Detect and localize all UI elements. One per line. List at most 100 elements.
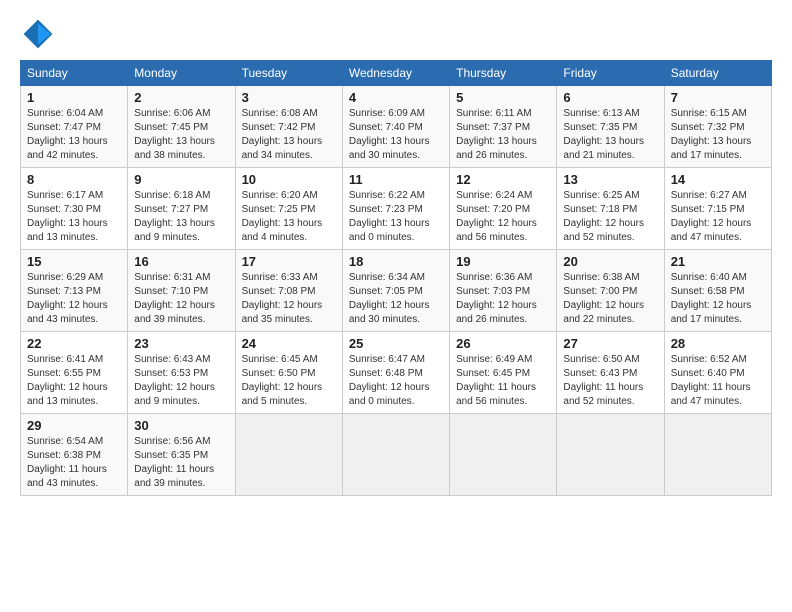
calendar-cell: 27 Sunrise: 6:50 AM Sunset: 6:43 PM Dayli… — [557, 332, 664, 414]
calendar-cell — [450, 414, 557, 496]
day-number: 13 — [563, 172, 657, 187]
day-number: 27 — [563, 336, 657, 351]
day-info: Sunrise: 6:38 AM Sunset: 7:00 PM Dayligh… — [563, 271, 657, 327]
day-info: Sunrise: 6:40 AM Sunset: 6:58 PM Dayligh… — [671, 271, 765, 327]
header — [20, 16, 772, 52]
calendar-week-4: 22 Sunrise: 6:41 AM Sunset: 6:55 PM Dayli… — [21, 332, 772, 414]
weekday-header-friday: Friday — [557, 61, 664, 86]
day-number: 28 — [671, 336, 765, 351]
day-number: 22 — [27, 336, 121, 351]
day-info: Sunrise: 6:20 AM Sunset: 7:25 PM Dayligh… — [242, 189, 336, 245]
calendar-cell: 29 Sunrise: 6:54 AM Sunset: 6:38 PM Dayli… — [21, 414, 128, 496]
calendar-cell: 23 Sunrise: 6:43 AM Sunset: 6:53 PM Dayli… — [128, 332, 235, 414]
calendar-cell: 8 Sunrise: 6:17 AM Sunset: 7:30 PM Daylig… — [21, 168, 128, 250]
day-info: Sunrise: 6:45 AM Sunset: 6:50 PM Dayligh… — [242, 353, 336, 409]
day-info: Sunrise: 6:52 AM Sunset: 6:40 PM Dayligh… — [671, 353, 765, 409]
calendar-cell: 20Sunrise: 6:38 AM Sunset: 7:00 PM Dayli… — [557, 250, 664, 332]
day-number: 19 — [456, 254, 550, 269]
logo-icon — [20, 16, 56, 52]
day-info: Sunrise: 6:54 AM Sunset: 6:38 PM Dayligh… — [27, 435, 121, 491]
calendar-cell: 2Sunrise: 6:06 AM Sunset: 7:45 PM Daylig… — [128, 86, 235, 168]
day-number: 25 — [349, 336, 443, 351]
day-info: Sunrise: 6:24 AM Sunset: 7:20 PM Dayligh… — [456, 189, 550, 245]
calendar-cell — [557, 414, 664, 496]
day-info: Sunrise: 6:08 AM Sunset: 7:42 PM Dayligh… — [242, 107, 336, 163]
weekday-header-thursday: Thursday — [450, 61, 557, 86]
day-info: Sunrise: 6:06 AM Sunset: 7:45 PM Dayligh… — [134, 107, 228, 163]
day-number: 29 — [27, 418, 121, 433]
calendar-cell: 5Sunrise: 6:11 AM Sunset: 7:37 PM Daylig… — [450, 86, 557, 168]
day-number: 14 — [671, 172, 765, 187]
calendar-table: SundayMondayTuesdayWednesdayThursdayFrid… — [20, 60, 772, 496]
calendar-cell: 22 Sunrise: 6:41 AM Sunset: 6:55 PM Dayli… — [21, 332, 128, 414]
calendar-cell: 1Sunrise: 6:04 AM Sunset: 7:47 PM Daylig… — [21, 86, 128, 168]
calendar-cell: 12 Sunrise: 6:24 AM Sunset: 7:20 PM Dayli… — [450, 168, 557, 250]
calendar-cell — [235, 414, 342, 496]
calendar-cell: 13 Sunrise: 6:25 AM Sunset: 7:18 PM Dayli… — [557, 168, 664, 250]
day-info: Sunrise: 6:31 AM Sunset: 7:10 PM Dayligh… — [134, 271, 228, 327]
calendar-cell: 6Sunrise: 6:13 AM Sunset: 7:35 PM Daylig… — [557, 86, 664, 168]
calendar-cell: 21 Sunrise: 6:40 AM Sunset: 6:58 PM Dayli… — [664, 250, 771, 332]
day-info: Sunrise: 6:34 AM Sunset: 7:05 PM Dayligh… — [349, 271, 443, 327]
day-info: Sunrise: 6:09 AM Sunset: 7:40 PM Dayligh… — [349, 107, 443, 163]
calendar-cell: 11 Sunrise: 6:22 AM Sunset: 7:23 PM Dayli… — [342, 168, 449, 250]
weekday-header-row: SundayMondayTuesdayWednesdayThursdayFrid… — [21, 61, 772, 86]
calendar-week-2: 8 Sunrise: 6:17 AM Sunset: 7:30 PM Daylig… — [21, 168, 772, 250]
day-number: 7 — [671, 90, 765, 105]
day-number: 6 — [563, 90, 657, 105]
day-number: 11 — [349, 172, 443, 187]
day-number: 8 — [27, 172, 121, 187]
day-info: Sunrise: 6:33 AM Sunset: 7:08 PM Dayligh… — [242, 271, 336, 327]
logo — [20, 16, 62, 52]
day-info: Sunrise: 6:25 AM Sunset: 7:18 PM Dayligh… — [563, 189, 657, 245]
calendar-week-1: 1Sunrise: 6:04 AM Sunset: 7:47 PM Daylig… — [21, 86, 772, 168]
weekday-header-monday: Monday — [128, 61, 235, 86]
calendar-cell: 25 Sunrise: 6:47 AM Sunset: 6:48 PM Dayli… — [342, 332, 449, 414]
day-info: Sunrise: 6:41 AM Sunset: 6:55 PM Dayligh… — [27, 353, 121, 409]
day-number: 21 — [671, 254, 765, 269]
calendar-cell — [664, 414, 771, 496]
day-info: Sunrise: 6:27 AM Sunset: 7:15 PM Dayligh… — [671, 189, 765, 245]
day-info: Sunrise: 6:56 AM Sunset: 6:35 PM Dayligh… — [134, 435, 228, 491]
calendar-cell: 26Sunrise: 6:49 AM Sunset: 6:45 PM Dayli… — [450, 332, 557, 414]
calendar-cell: 30 Sunrise: 6:56 AM Sunset: 6:35 PM Dayli… — [128, 414, 235, 496]
calendar-cell: 9Sunrise: 6:18 AM Sunset: 7:27 PM Daylig… — [128, 168, 235, 250]
day-number: 17 — [242, 254, 336, 269]
weekday-header-wednesday: Wednesday — [342, 61, 449, 86]
day-info: Sunrise: 6:43 AM Sunset: 6:53 PM Dayligh… — [134, 353, 228, 409]
main-container: SundayMondayTuesdayWednesdayThursdayFrid… — [0, 0, 792, 506]
day-info: Sunrise: 6:15 AM Sunset: 7:32 PM Dayligh… — [671, 107, 765, 163]
weekday-header-saturday: Saturday — [664, 61, 771, 86]
calendar-cell: 15 Sunrise: 6:29 AM Sunset: 7:13 PM Dayli… — [21, 250, 128, 332]
weekday-header-tuesday: Tuesday — [235, 61, 342, 86]
calendar-cell: 18 Sunrise: 6:34 AM Sunset: 7:05 PM Dayli… — [342, 250, 449, 332]
day-number: 15 — [27, 254, 121, 269]
calendar-cell: 4 Sunrise: 6:09 AM Sunset: 7:40 PM Daylig… — [342, 86, 449, 168]
day-number: 5 — [456, 90, 550, 105]
day-number: 1 — [27, 90, 121, 105]
calendar-cell — [342, 414, 449, 496]
day-number: 12 — [456, 172, 550, 187]
day-number: 3 — [242, 90, 336, 105]
day-info: Sunrise: 6:18 AM Sunset: 7:27 PM Dayligh… — [134, 189, 228, 245]
day-info: Sunrise: 6:36 AM Sunset: 7:03 PM Dayligh… — [456, 271, 550, 327]
calendar-cell: 17 Sunrise: 6:33 AM Sunset: 7:08 PM Dayli… — [235, 250, 342, 332]
day-number: 26 — [456, 336, 550, 351]
calendar-cell: 7 Sunrise: 6:15 AM Sunset: 7:32 PM Daylig… — [664, 86, 771, 168]
day-number: 24 — [242, 336, 336, 351]
day-number: 4 — [349, 90, 443, 105]
calendar-week-5: 29 Sunrise: 6:54 AM Sunset: 6:38 PM Dayli… — [21, 414, 772, 496]
day-number: 10 — [242, 172, 336, 187]
day-info: Sunrise: 6:17 AM Sunset: 7:30 PM Dayligh… — [27, 189, 121, 245]
day-info: Sunrise: 6:22 AM Sunset: 7:23 PM Dayligh… — [349, 189, 443, 245]
calendar-cell: 24 Sunrise: 6:45 AM Sunset: 6:50 PM Dayli… — [235, 332, 342, 414]
day-info: Sunrise: 6:29 AM Sunset: 7:13 PM Dayligh… — [27, 271, 121, 327]
calendar-cell: 16Sunrise: 6:31 AM Sunset: 7:10 PM Dayli… — [128, 250, 235, 332]
calendar-cell: 28 Sunrise: 6:52 AM Sunset: 6:40 PM Dayli… — [664, 332, 771, 414]
day-info: Sunrise: 6:47 AM Sunset: 6:48 PM Dayligh… — [349, 353, 443, 409]
day-number: 23 — [134, 336, 228, 351]
day-info: Sunrise: 6:50 AM Sunset: 6:43 PM Dayligh… — [563, 353, 657, 409]
calendar-cell: 3 Sunrise: 6:08 AM Sunset: 7:42 PM Daylig… — [235, 86, 342, 168]
day-number: 18 — [349, 254, 443, 269]
day-number: 30 — [134, 418, 228, 433]
